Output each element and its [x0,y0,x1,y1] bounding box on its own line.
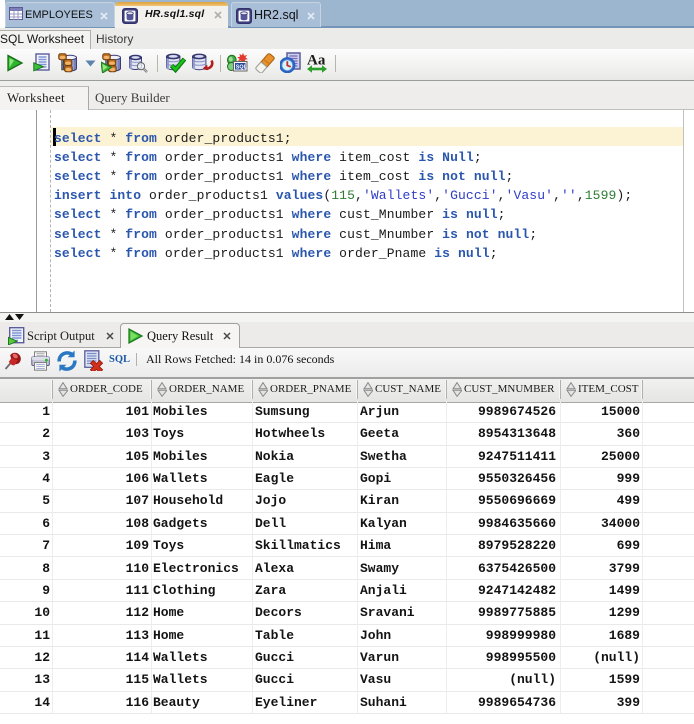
svg-text:SQL: SQL [236,64,248,70]
